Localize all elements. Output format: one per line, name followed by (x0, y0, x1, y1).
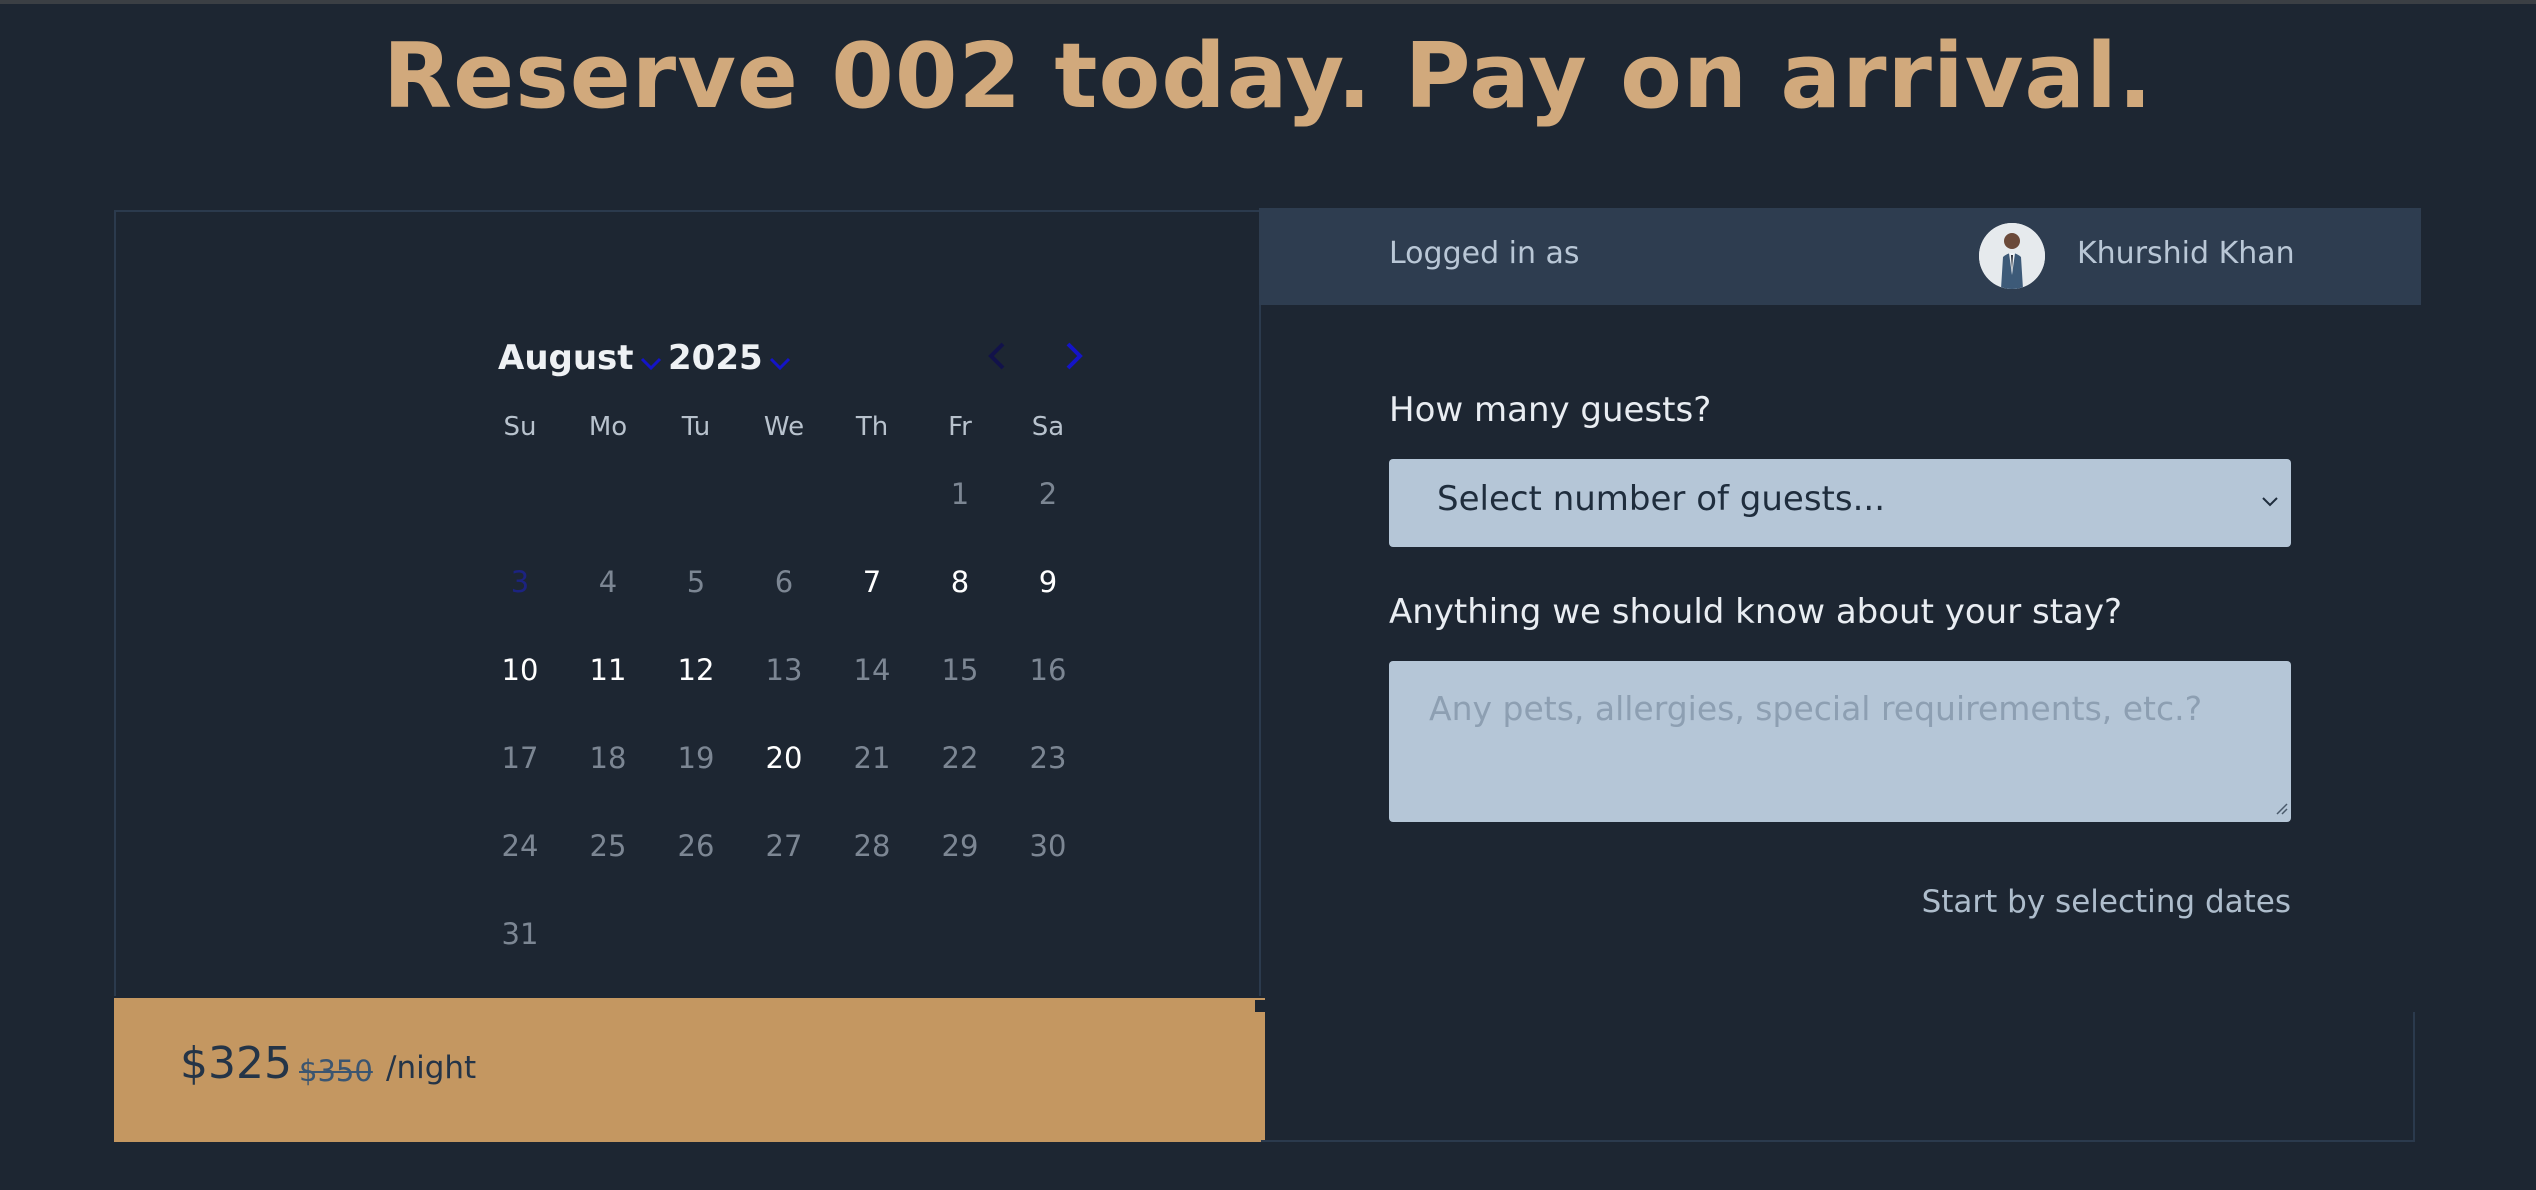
calendar-day: 13 (765, 653, 803, 687)
calendar-day: 27 (765, 829, 803, 863)
guests-label: How many guests? (1389, 390, 1712, 430)
start-hint: Start by selecting dates (1921, 884, 2291, 920)
calendar-day: 18 (589, 741, 627, 775)
guests-select-value: Select number of guests... (1437, 479, 1886, 519)
calendar-day[interactable]: 11 (564, 626, 652, 714)
window-top-edge (0, 0, 2536, 4)
calendar-day: 30 (1029, 829, 1067, 863)
user-avatar-icon (1979, 223, 2045, 289)
month-select[interactable]: August (498, 338, 662, 380)
calendar-day[interactable]: 7 (828, 538, 916, 626)
calendar-day: 3 (510, 565, 530, 599)
calendar-day: 19 (677, 741, 715, 775)
weekday-label: Fr (948, 412, 972, 442)
calendar-day[interactable]: 8 (916, 538, 1004, 626)
calendar-day: 26 (677, 829, 715, 863)
price-bar-notch (1255, 1000, 1265, 1012)
chevron-down-icon (640, 340, 662, 380)
calendar-empty-cell (916, 890, 1004, 978)
calendar-empty-cell (828, 890, 916, 978)
guests-select[interactable]: Select number of guests... (1389, 459, 2291, 547)
calendar-week-row: 17 18 19 20 21 22 23 (476, 714, 1111, 802)
chevron-down-icon (769, 340, 791, 380)
calendar-day: 24 (501, 829, 539, 863)
calendar-day[interactable]: 12 (652, 626, 740, 714)
notes-placeholder: Any pets, allergies, special requirement… (1429, 689, 2203, 728)
price-unit: /night (386, 1050, 477, 1086)
year-select[interactable]: 2025 (668, 338, 791, 380)
calendar-day: 16 (1029, 653, 1067, 687)
weekday-label: Sa (1031, 412, 1065, 442)
calendar-week-row: 3 4 5 6789 (476, 538, 1111, 626)
form-panel-border (1261, 1012, 2415, 1142)
calendar-day: 21 (853, 741, 891, 775)
calendar-day: 6 (774, 565, 794, 599)
calendar-day: 14 (853, 653, 891, 687)
calendar-header: August 2025 (476, 332, 1111, 392)
page-title: Reserve 002 today. Pay on arrival. (382, 24, 2154, 129)
calendar-day: 15 (941, 653, 979, 687)
weekday-label: Su (503, 412, 537, 442)
calendar-panel: August 2025 Su Mo Tu We Th Fr Sa 1234567… (114, 210, 1261, 996)
login-bar: Logged in as Khurshid Khan (1259, 208, 2421, 305)
calendar-day[interactable]: 10 (476, 626, 564, 714)
weekday-row: Su Mo Tu We Th Fr Sa (476, 404, 1111, 450)
weekday-label: Tu (681, 412, 711, 442)
calendar-week-row: 24 25 26 27 28 29 30 (476, 802, 1111, 890)
current-price: $325 (180, 1038, 292, 1089)
resize-grip-icon[interactable] (2273, 800, 2289, 820)
weekday-label: Mo (588, 412, 628, 442)
calendar-day: 1 (950, 477, 970, 511)
chevron-left-icon (988, 342, 1005, 370)
calendar-day: 17 (501, 741, 539, 775)
calendar-empty-cell (740, 890, 828, 978)
weekday-label: Th (855, 412, 889, 442)
price-bar: $325 $350 /night (114, 998, 1265, 1142)
month-label: August (498, 338, 634, 378)
notes-textarea[interactable]: Any pets, allergies, special requirement… (1389, 661, 2291, 822)
calendar-day: 4 (598, 565, 618, 599)
prev-month-button[interactable] (981, 338, 1017, 374)
calendar-day: 29 (941, 829, 979, 863)
calendar-day: 22 (941, 741, 979, 775)
next-month-button[interactable] (1056, 338, 1092, 374)
calendar-grid: 1 2 3 4 5 6 7 8 9 10 11 12 13 14 15 16 17 18 19 20 21 22 23 24 2… (476, 450, 1111, 978)
calendar-empty-cell (1004, 890, 1092, 978)
avatar[interactable] (1979, 223, 2045, 289)
calendar-empty-cell (476, 450, 564, 538)
calendar-week-row: 31 (476, 890, 1111, 978)
calendar-week-row: 10 11 12 13 14 15 16 (476, 626, 1111, 714)
calendar-day: 2 (1038, 477, 1058, 511)
calendar-day[interactable]: 9 (1004, 538, 1092, 626)
calendar-week-row: 12 (476, 450, 1111, 538)
calendar-empty-cell (828, 450, 916, 538)
calendar-empty-cell (564, 450, 652, 538)
calendar-day[interactable]: 20 (740, 714, 828, 802)
calendar-day: 23 (1029, 741, 1067, 775)
calendar-day: 31 (501, 917, 539, 951)
weekday-label: We (763, 412, 805, 442)
calendar-day: 25 (589, 829, 627, 863)
notes-label: Anything we should know about your stay? (1389, 592, 2123, 632)
calendar-day: 28 (853, 829, 891, 863)
chevron-down-icon (2261, 493, 2279, 512)
calendar-empty-cell (564, 890, 652, 978)
original-price: $350 (299, 1054, 373, 1088)
calendar-empty-cell (740, 450, 828, 538)
user-name: Khurshid Khan (2077, 236, 2295, 271)
date-picker: August 2025 Su Mo Tu We Th Fr Sa 1234567… (476, 332, 1111, 978)
chevron-right-icon (1066, 342, 1083, 370)
calendar-day: 5 (686, 565, 706, 599)
logged-in-label: Logged in as (1389, 236, 1580, 271)
calendar-empty-cell (652, 450, 740, 538)
year-label: 2025 (668, 338, 763, 378)
calendar-empty-cell (652, 890, 740, 978)
